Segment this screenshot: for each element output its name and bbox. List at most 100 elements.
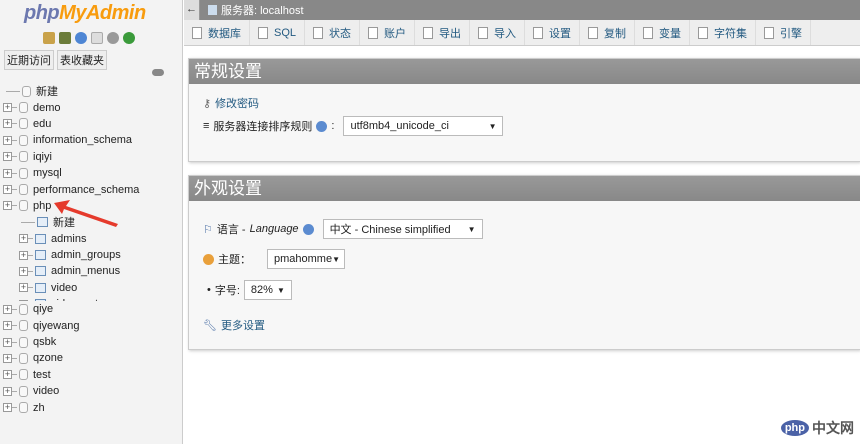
selected-value: 82% <box>250 284 273 296</box>
tree-database-qiyewang[interactable]: + qiyewang <box>0 318 182 334</box>
expand-icon[interactable]: + <box>3 185 12 195</box>
expand-icon[interactable]: + <box>3 103 12 113</box>
database-icon <box>19 303 28 315</box>
database-name: qsbk <box>33 336 57 349</box>
expand-icon[interactable]: + <box>19 283 28 293</box>
collapse-sidebar-button[interactable]: ← <box>184 0 200 20</box>
expand-icon[interactable]: + <box>19 266 28 276</box>
breadcrumb-server[interactable]: 服务器: localhost <box>221 2 304 18</box>
expand-icon[interactable]: + <box>3 337 12 347</box>
tab-1[interactable]: SQL <box>250 20 306 45</box>
expand-icon[interactable]: + <box>19 250 28 260</box>
tree-database-performance_schema[interactable]: + performance_schema <box>0 181 182 197</box>
database-icon <box>19 200 28 212</box>
language-select[interactable]: 中文 - Chinese simplified ▼ <box>322 219 483 239</box>
tree-database-qsbk[interactable]: + qsbk <box>0 334 182 350</box>
tab-9[interactable]: 字符集 <box>690 20 757 45</box>
tab-7[interactable]: 复制 <box>580 20 636 45</box>
expand-icon[interactable]: + <box>3 353 12 363</box>
reload-icon[interactable] <box>123 32 135 44</box>
expand-icon[interactable]: + <box>3 119 12 129</box>
logout-icon[interactable] <box>59 32 71 44</box>
help-icon[interactable] <box>75 32 87 44</box>
expand-icon[interactable]: + <box>3 201 12 211</box>
more-settings-link[interactable]: 更多设置 <box>221 317 265 333</box>
collation-select[interactable]: utf8mb4_unicode_ci ▼ <box>343 116 504 136</box>
tree-database-video[interactable]: + video <box>0 383 182 399</box>
expand-icon[interactable]: + <box>3 321 12 331</box>
tab-5[interactable]: 导入 <box>470 20 526 45</box>
selected-value: pmahomme <box>274 253 333 265</box>
expand-icon[interactable]: + <box>3 370 12 380</box>
database-icon <box>19 352 28 364</box>
tree-table-admin_groups[interactable]: + admin_groups <box>0 247 182 263</box>
tree-database-demo[interactable]: + demo <box>0 99 182 115</box>
expand-icon[interactable]: + <box>3 168 12 178</box>
font-size-select[interactable]: 82% ▼ <box>243 280 292 300</box>
theme-select[interactable]: pmahomme ▼ <box>267 249 345 269</box>
tab-8[interactable]: 变量 <box>635 20 691 45</box>
database-name: mysql <box>33 167 62 180</box>
tree-database-qiye[interactable]: + qiye <box>0 301 182 317</box>
tab-0[interactable]: 数据库 <box>184 20 250 45</box>
expand-icon[interactable]: + <box>19 234 28 244</box>
tab-3[interactable]: 账户 <box>360 20 416 45</box>
watermark-logo: php <box>780 420 809 436</box>
tree-new[interactable]: 新建 <box>0 83 182 99</box>
tree-database-mysql[interactable]: + mysql <box>0 165 182 181</box>
tab-2[interactable]: 状态 <box>305 20 361 45</box>
database-name: zh <box>33 401 45 414</box>
key-icon: ⚷ <box>203 97 212 110</box>
panel-title: 常规设置 <box>189 59 860 84</box>
phpmyadmin-logo[interactable]: phpMyAdmin <box>24 2 146 25</box>
tab-label: 账户 <box>384 28 407 40</box>
expand-icon[interactable]: + <box>3 403 12 413</box>
tab-icon <box>368 27 379 39</box>
tab-10[interactable]: 引擎 <box>756 20 812 45</box>
tree-database-edu[interactable]: + edu <box>0 116 182 132</box>
tree-database-qzone[interactable]: + qzone <box>0 350 182 366</box>
expand-icon[interactable]: + <box>3 152 12 162</box>
help-icon[interactable] <box>316 120 328 132</box>
general-settings-panel: 常规设置 ⚷ 修改密码 ≡ 服务器连接排序规则: utf8mb4_unicode_ci… <box>188 58 860 162</box>
tree-table-video[interactable]: + video <box>0 280 182 296</box>
tab-label: SQL <box>274 27 297 39</box>
tree-table-admins[interactable]: + admins <box>0 231 182 247</box>
table-name: admin_menus <box>51 265 121 278</box>
tree-database-iqiyi[interactable]: + iqiyi <box>0 149 182 165</box>
help-icon[interactable] <box>302 223 314 235</box>
tab-4[interactable]: 导出 <box>415 20 471 45</box>
tab-icon <box>478 27 489 39</box>
database-icon <box>19 118 28 130</box>
home-icon[interactable] <box>43 32 55 44</box>
tree-database-test[interactable]: + test <box>0 367 182 383</box>
selected-value: utf8mb4_unicode_ci <box>350 120 449 132</box>
tab-label: 状态 <box>329 28 352 40</box>
tree-database-information_schema[interactable]: + information_schema <box>0 132 182 148</box>
database-name: demo <box>33 101 61 114</box>
table-name: admins <box>51 232 87 245</box>
tab-favorites[interactable]: 表收藏夹 <box>57 50 107 70</box>
change-password-link[interactable]: 修改密码 <box>215 95 259 111</box>
wrench-icon: 🔧︎ <box>203 319 217 332</box>
tab-recent[interactable]: 近期访问 <box>4 50 54 70</box>
theme-label: 主题： <box>218 254 251 266</box>
tab-icon <box>698 27 709 39</box>
database-name: qzone <box>33 352 63 365</box>
docs-icon[interactable] <box>91 32 103 44</box>
expand-icon[interactable]: + <box>3 386 12 396</box>
tree-table-admin_menus[interactable]: + admin_menus <box>0 263 182 279</box>
expand-icon[interactable]: + <box>3 135 12 145</box>
link-icon[interactable] <box>152 69 164 76</box>
database-icon <box>19 134 28 146</box>
tab-6[interactable]: 设置 <box>525 20 581 45</box>
gear-icon[interactable] <box>107 32 119 44</box>
server-icon <box>208 5 217 15</box>
tab-label: 数据库 <box>208 28 241 40</box>
database-icon <box>19 369 28 381</box>
table-icon <box>35 266 46 277</box>
dropdown-arrow-icon: ▼ <box>277 285 285 295</box>
tree-database-zh[interactable]: + zh <box>0 399 182 415</box>
expand-icon[interactable]: + <box>3 304 12 314</box>
table-icon <box>35 250 46 261</box>
